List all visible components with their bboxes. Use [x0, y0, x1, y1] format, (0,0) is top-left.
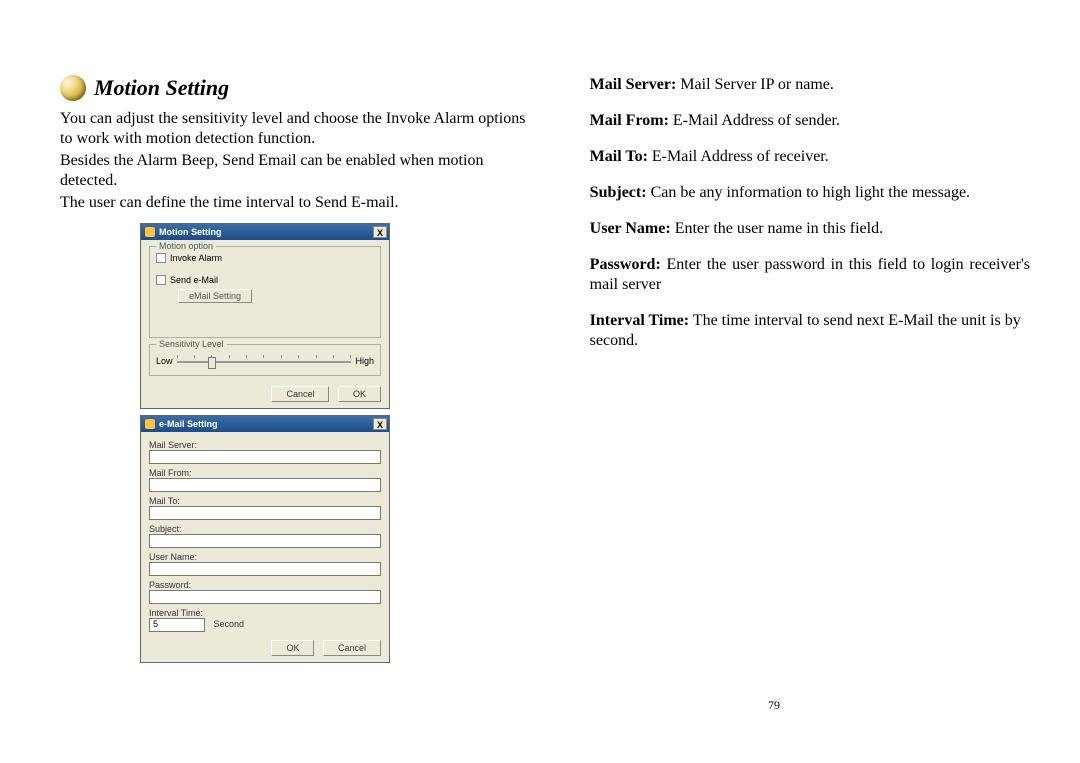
- page-number: 79: [768, 698, 780, 713]
- email-dialog-icon: [145, 419, 155, 429]
- def-interval: Interval Time: The time interval to send…: [590, 311, 1030, 351]
- intro-paragraph-3: The user can define the time interval to…: [60, 193, 530, 213]
- bullet-sphere-icon: [60, 75, 86, 101]
- motion-ok-button[interactable]: OK: [338, 386, 381, 402]
- subject-input[interactable]: [149, 534, 381, 548]
- close-icon[interactable]: X: [373, 418, 387, 430]
- send-email-label: Send e-Mail: [170, 275, 218, 285]
- interval-input[interactable]: 5: [149, 618, 205, 632]
- sensitivity-low-label: Low: [156, 356, 173, 366]
- close-icon[interactable]: X: [373, 226, 387, 238]
- section-heading: Motion Setting: [94, 75, 229, 101]
- username-label: User Name:: [149, 552, 381, 562]
- mail-server-input[interactable]: [149, 450, 381, 464]
- def-mail-to: Mail To: E-Mail Address of receiver.: [590, 147, 1030, 167]
- motion-cancel-button[interactable]: Cancel: [271, 386, 329, 402]
- motion-setting-dialog: Motion Setting X Motion option Invoke Al…: [140, 223, 390, 409]
- email-cancel-button[interactable]: Cancel: [323, 640, 381, 656]
- subject-label: Subject:: [149, 524, 381, 534]
- invoke-alarm-checkbox[interactable]: [156, 253, 166, 263]
- intro-paragraph-2: Besides the Alarm Beep, Send Email can b…: [60, 151, 530, 191]
- interval-unit: Second: [214, 619, 245, 629]
- motion-option-legend: Motion option: [156, 241, 216, 251]
- sensitivity-slider[interactable]: [177, 355, 352, 367]
- mail-from-label: Mail From:: [149, 468, 381, 478]
- def-subject: Subject: Can be any information to high …: [590, 183, 1030, 203]
- sensitivity-legend: Sensitivity Level: [156, 339, 227, 349]
- sensitivity-high-label: High: [355, 356, 374, 366]
- password-input[interactable]: [149, 590, 381, 604]
- slider-thumb-icon[interactable]: [208, 357, 216, 369]
- email-dialog-titlebar[interactable]: e-Mail Setting X: [141, 416, 389, 432]
- email-dialog-title: e-Mail Setting: [159, 419, 218, 429]
- mail-server-label: Mail Server:: [149, 440, 381, 450]
- email-ok-button[interactable]: OK: [271, 640, 314, 656]
- motion-option-group: Motion option Invoke Alarm Send e-Mail e…: [149, 246, 381, 338]
- def-password: Password: Enter the user password in thi…: [590, 255, 1030, 295]
- username-input[interactable]: [149, 562, 381, 576]
- password-label: Password:: [149, 580, 381, 590]
- motion-dialog-title: Motion Setting: [159, 227, 222, 237]
- motion-dialog-titlebar[interactable]: Motion Setting X: [141, 224, 389, 240]
- sensitivity-group: Sensitivity Level Low High: [149, 344, 381, 376]
- invoke-alarm-label: Invoke Alarm: [170, 253, 222, 263]
- email-setting-dialog: e-Mail Setting X Mail Server: Mail From:…: [140, 415, 390, 663]
- section-heading-row: Motion Setting: [60, 75, 530, 101]
- motion-dialog-icon: [145, 227, 155, 237]
- def-mail-server: Mail Server: Mail Server IP or name.: [590, 75, 1030, 95]
- interval-label: Interval Time:: [149, 608, 381, 618]
- mail-to-input[interactable]: [149, 506, 381, 520]
- mail-from-input[interactable]: [149, 478, 381, 492]
- def-username: User Name: Enter the user name in this f…: [590, 219, 1030, 239]
- send-email-checkbox[interactable]: [156, 275, 166, 285]
- email-setting-button[interactable]: eMail Setting: [178, 289, 252, 303]
- mail-to-label: Mail To:: [149, 496, 381, 506]
- def-mail-from: Mail From: E-Mail Address of sender.: [590, 111, 1030, 131]
- intro-paragraph-1: You can adjust the sensitivity level and…: [60, 109, 530, 149]
